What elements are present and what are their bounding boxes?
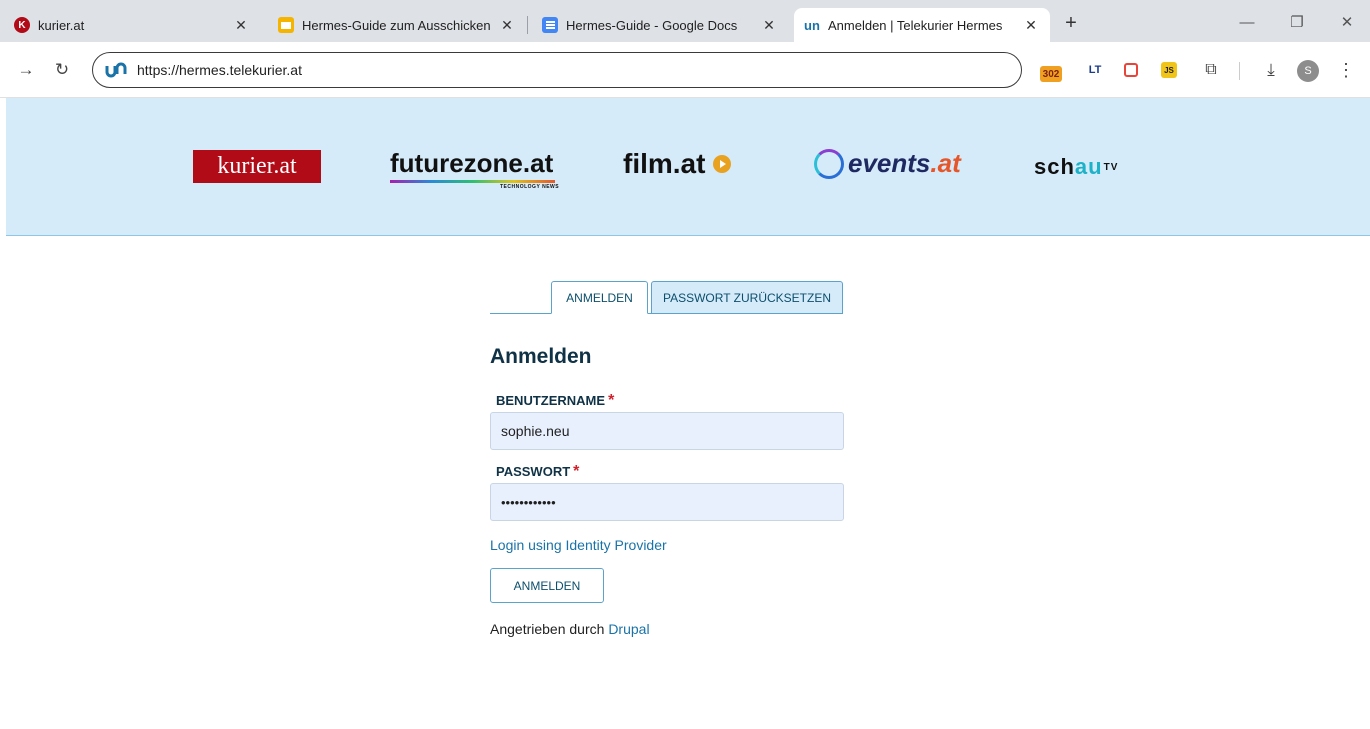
close-tab-icon[interactable]: ✕	[498, 16, 516, 34]
powered-by: Angetrieben durch Drupal	[490, 621, 650, 637]
close-tab-icon[interactable]: ✕	[1022, 16, 1040, 34]
futurezone-logo[interactable]: futurezone.at TECHNOLOGY NEWS	[390, 148, 559, 190]
identity-provider-link[interactable]: Login using Identity Provider	[490, 537, 667, 553]
js-extension-icon[interactable]: JS	[1158, 59, 1180, 81]
profile-avatar[interactable]: S	[1297, 60, 1319, 82]
slides-favicon-icon	[278, 17, 294, 33]
play-icon	[713, 155, 732, 173]
new-tab-button[interactable]: +	[1060, 12, 1082, 34]
password-label-text: PASSWORT	[496, 464, 571, 479]
username-label: BENUTZERNAME *	[496, 392, 614, 410]
url-text: https://hermes.telekurier.at	[137, 62, 302, 78]
tab-anmelden[interactable]: ANMELDEN	[551, 281, 648, 314]
close-tab-icon[interactable]: ✕	[232, 16, 250, 34]
password-label: PASSWORT *	[496, 463, 579, 481]
reload-icon[interactable]: ↻	[50, 58, 74, 82]
events-logo[interactable]: events .at	[814, 148, 961, 179]
download-icon[interactable]: ⤓	[1260, 59, 1282, 81]
username-label-text: BENUTZERNAME	[496, 393, 606, 408]
username-field[interactable]	[490, 412, 844, 450]
page-title: Anmelden	[490, 345, 592, 368]
tab-title: kurier.at	[38, 17, 85, 33]
password-field[interactable]: ••••••••••••	[490, 483, 844, 521]
kurier-logo[interactable]: kurier.at	[193, 150, 321, 183]
powered-by-text: Angetrieben durch	[490, 621, 609, 637]
browser-tab-kurier[interactable]: K kurier.at ✕	[4, 8, 260, 42]
screenshot-extension-icon[interactable]	[1120, 59, 1142, 81]
tab-title: Hermes-Guide zum Ausschicken	[302, 17, 491, 33]
toolbar-divider	[1239, 62, 1240, 80]
login-main: ANMELDEN PASSWORT ZURÜCKSETZEN Anmelden …	[0, 237, 1370, 729]
close-tab-icon[interactable]: ✕	[760, 16, 778, 34]
redirect-extension-icon[interactable]: 302	[1040, 66, 1062, 82]
events-ring-icon	[814, 148, 844, 179]
languagetool-extension-icon[interactable]: LT	[1084, 59, 1106, 81]
schau-tv-logo[interactable]: sch au TV	[1034, 154, 1118, 180]
browser-menu-icon[interactable]: ⋮	[1337, 58, 1355, 82]
docs-favicon-icon	[542, 17, 558, 33]
tab-title: Anmelden | Telekurier Hermes	[828, 17, 1003, 33]
extensions-puzzle-icon[interactable]: ⧉	[1200, 59, 1222, 81]
schau-wordmark-part2: au	[1074, 154, 1103, 179]
browser-tab-strip: K kurier.at ✕ Hermes-Guide zum Ausschick…	[0, 0, 1370, 42]
schau-wordmark-part1: sch	[1034, 154, 1075, 179]
browser-tab-hermes-login[interactable]: un Anmelden | Telekurier Hermes ✕	[794, 8, 1050, 42]
schau-tv-mark: TV	[1103, 161, 1119, 173]
minimize-icon[interactable]: —	[1232, 10, 1262, 34]
browser-tab-hermes-slides[interactable]: Hermes-Guide zum Ausschicken ✕	[268, 8, 526, 42]
login-submit-button[interactable]: ANMELDEN	[490, 568, 604, 603]
kurier-favicon-icon: K	[14, 17, 30, 33]
restore-icon[interactable]: ❐	[1282, 10, 1312, 34]
film-wordmark: film.at	[623, 148, 706, 179]
brand-banner: kurier.at futurezone.at TECHNOLOGY NEWS …	[6, 98, 1370, 236]
tab-title: Hermes-Guide - Google Docs	[566, 17, 738, 33]
futurezone-colorbar	[390, 180, 555, 183]
futurezone-wordmark: futurezone.at	[390, 148, 554, 178]
drupal-link[interactable]: Drupal	[608, 621, 649, 637]
login-tabs: ANMELDEN PASSWORT ZURÜCKSETZEN	[490, 281, 843, 314]
site-info-icon[interactable]	[105, 62, 127, 78]
required-marker: *	[573, 463, 580, 480]
hermes-favicon-icon: un	[804, 17, 820, 33]
browser-toolbar: → ↻ https://hermes.telekurier.at 302 LT …	[0, 42, 1370, 98]
tab-separator	[527, 16, 528, 34]
browser-tab-google-docs[interactable]: Hermes-Guide - Google Docs ✕	[532, 8, 788, 42]
futurezone-subtitle: TECHNOLOGY NEWS	[500, 184, 560, 190]
window-close-icon[interactable]: ✕	[1332, 10, 1362, 34]
required-marker: *	[608, 392, 615, 409]
events-domain: .at	[930, 148, 961, 178]
address-bar[interactable]: https://hermes.telekurier.at	[92, 52, 1022, 88]
forward-icon[interactable]: →	[14, 58, 38, 82]
events-wordmark: events	[848, 148, 931, 178]
film-logo[interactable]: film.at	[623, 148, 732, 180]
tab-passwort-zuruecksetzen[interactable]: PASSWORT ZURÜCKSETZEN	[651, 281, 843, 314]
